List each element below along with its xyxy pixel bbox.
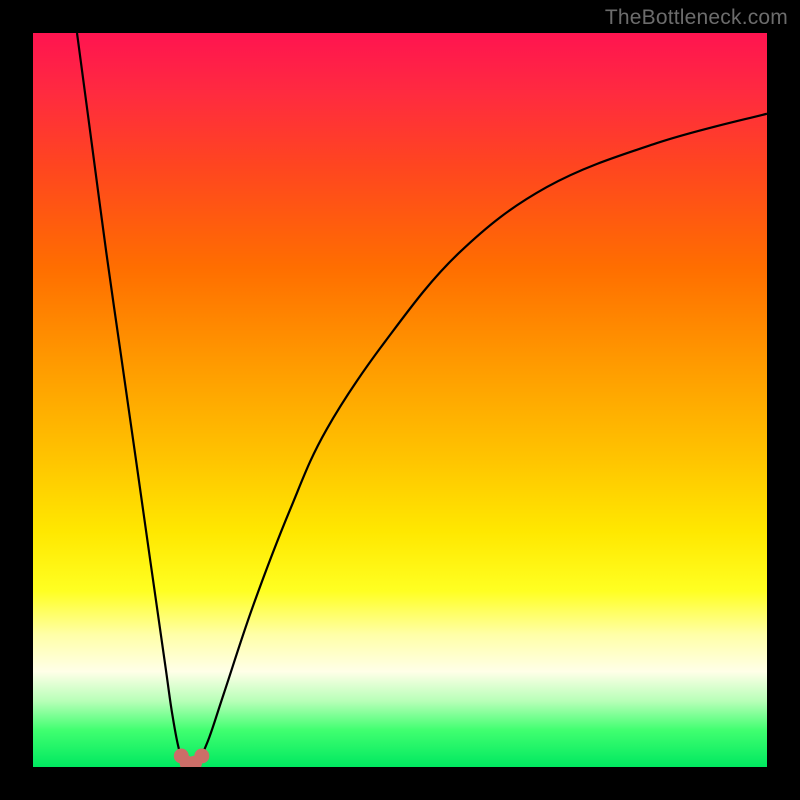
watermark-text: TheBottleneck.com	[605, 6, 788, 30]
curve-left-branch	[77, 33, 187, 763]
curve-right-branch	[198, 114, 767, 764]
minimum-marker	[194, 749, 209, 764]
curve-minimum-markers	[174, 749, 210, 768]
bottleneck-curve	[33, 33, 767, 767]
chart-plot-area	[33, 33, 767, 767]
